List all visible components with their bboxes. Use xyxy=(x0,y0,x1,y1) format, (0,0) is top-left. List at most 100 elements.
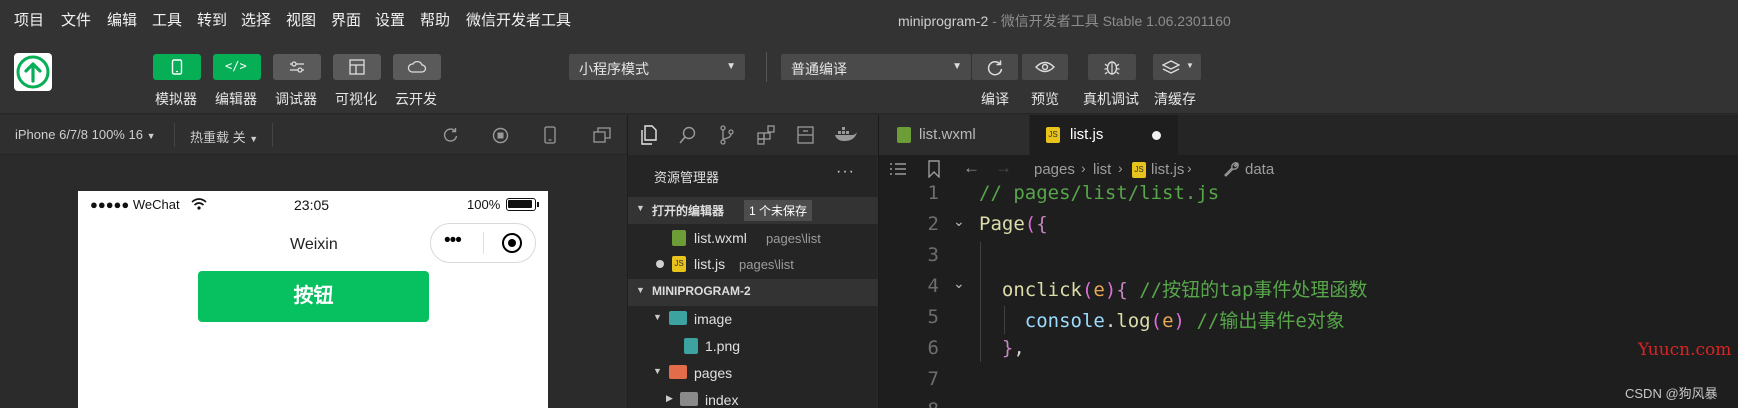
tree-item-label: index xyxy=(705,392,739,408)
code-line[interactable]: Page({ xyxy=(979,213,1048,235)
chevron-right-icon: › xyxy=(1187,160,1192,176)
tab-label: list.wxml xyxy=(919,126,976,143)
outline-list-icon[interactable] xyxy=(889,162,907,176)
tab-list-js[interactable]: JS list.js xyxy=(1030,115,1178,155)
rotate-icon[interactable] xyxy=(442,127,459,144)
code-line[interactable]: console.log(e) //输出事件e对象 xyxy=(979,306,1345,333)
breadcrumb-item[interactable]: list.js xyxy=(1151,161,1184,178)
status-battery-text: 100% xyxy=(467,197,501,212)
code-icon: </> xyxy=(225,59,247,73)
code-line[interactable]: // pages/list/list.js xyxy=(979,182,1219,204)
close-capsule-icon[interactable] xyxy=(502,233,522,253)
tap-button[interactable]: 按钮 xyxy=(198,271,429,322)
tree-folder-index[interactable]: ▶ index xyxy=(628,387,878,408)
clear-cache-button[interactable]: ▼ xyxy=(1153,54,1201,80)
yuucn-watermark: Yuucn.com xyxy=(1638,340,1732,360)
remote-debug-button[interactable] xyxy=(1088,54,1136,80)
tree-folder-image[interactable]: ▼ image xyxy=(628,306,878,333)
wxml-file-icon xyxy=(672,230,686,246)
fold-chevron-icon[interactable]: ⌄ xyxy=(953,275,965,292)
breadcrumb: ← → pages › list › JS list.js › data xyxy=(879,155,1738,183)
hot-reload-toggle[interactable]: 热重载 关 ▼ xyxy=(190,127,258,146)
visual-toggle-button[interactable] xyxy=(333,54,381,80)
back-arrow-icon[interactable]: ← xyxy=(963,158,980,178)
more-dots-icon[interactable]: ••• xyxy=(444,230,462,252)
breadcrumb-item[interactable]: data xyxy=(1245,161,1274,178)
image-file-icon xyxy=(684,338,698,354)
menu-view[interactable]: 视图 xyxy=(286,9,316,30)
explorer-title: 资源管理器 xyxy=(654,170,720,185)
extensions-icon[interactable] xyxy=(757,125,777,145)
code-line[interactable]: onclick(e){ //按钮的tap事件处理函数 xyxy=(979,275,1368,302)
menu-help[interactable]: 帮助 xyxy=(420,9,450,30)
line-number: 2 xyxy=(927,213,939,235)
cloud-toggle-button[interactable] xyxy=(393,54,441,80)
menu-goto[interactable]: 转到 xyxy=(197,9,227,30)
simulator-toggle-button[interactable] xyxy=(153,54,201,80)
tree-folder-pages[interactable]: ▼ pages xyxy=(628,360,878,387)
cloud-label: 云开发 xyxy=(395,91,437,107)
menu-wechat-devtools[interactable]: 微信开发者工具 xyxy=(466,9,571,30)
project-section[interactable]: ▼ MINIPROGRAM-2 xyxy=(628,279,878,306)
more-actions-icon[interactable]: ··· xyxy=(836,163,855,181)
editor-toggle-button[interactable]: </> xyxy=(213,54,261,80)
device-select-value: iPhone 6/7/8 100% 16 xyxy=(15,127,143,142)
menu-tools[interactable]: 工具 xyxy=(152,9,182,30)
bookmark-icon[interactable] xyxy=(927,160,941,178)
window-title-project: miniprogram-2 xyxy=(898,13,989,29)
menu-edit[interactable]: 编辑 xyxy=(107,9,137,30)
menu-interface[interactable]: 界面 xyxy=(331,9,361,30)
visual-label: 可视化 xyxy=(335,91,377,107)
source-control-icon[interactable] xyxy=(719,125,735,145)
battery-icon xyxy=(506,198,536,211)
open-file-list-wxml[interactable]: list.wxml pages\list xyxy=(628,225,878,252)
menu-project[interactable]: 项目 xyxy=(14,9,44,30)
layout-icon xyxy=(349,59,365,75)
mode-select-value: 小程序模式 xyxy=(579,61,649,77)
forward-arrow-icon[interactable]: → xyxy=(995,158,1012,178)
js-file-icon: JS xyxy=(672,256,686,272)
files-icon[interactable] xyxy=(640,125,658,145)
capsule-menu[interactable]: ••• xyxy=(430,223,536,263)
phone-icon[interactable] xyxy=(544,126,556,144)
debugger-toggle-button[interactable] xyxy=(273,54,321,80)
chevron-down-icon: ▼ xyxy=(249,134,259,144)
device-select[interactable]: iPhone 6/7/8 100% 16 ▼ xyxy=(15,127,155,142)
menu-select[interactable]: 选择 xyxy=(241,9,271,30)
tab-list-wxml[interactable]: list.wxml xyxy=(879,115,1029,155)
search-icon[interactable] xyxy=(679,126,697,144)
unsaved-dot-icon xyxy=(656,260,664,268)
project-name: MINIPROGRAM-2 xyxy=(652,284,751,298)
wrench-icon xyxy=(1224,162,1239,177)
line-number: 3 xyxy=(927,244,939,266)
menu-settings[interactable]: 设置 xyxy=(375,9,405,30)
compile-select[interactable]: 普通编译 ▼ xyxy=(781,54,971,80)
breadcrumb-item[interactable]: pages xyxy=(1034,161,1075,178)
breadcrumb-item[interactable]: list xyxy=(1093,161,1111,178)
tree-file-1png[interactable]: 1.png xyxy=(628,333,878,360)
window-title-app: - 微信开发者工具 Stable 1.06.2301160 xyxy=(988,13,1231,29)
detach-window-icon[interactable] xyxy=(593,127,611,143)
preview-button[interactable] xyxy=(1022,54,1068,80)
open-file-list-js[interactable]: JS list.js pages\list xyxy=(628,251,878,278)
app-logo-icon xyxy=(14,53,52,91)
clear-cache-label: 清缓存 xyxy=(1154,91,1196,107)
stop-icon[interactable] xyxy=(492,127,509,144)
unsaved-dot-icon[interactable] xyxy=(1152,131,1161,140)
compile-button[interactable] xyxy=(972,54,1018,80)
storage-icon[interactable] xyxy=(797,125,815,145)
chevron-right-icon: › xyxy=(1118,160,1123,176)
line-number: 6 xyxy=(927,337,939,359)
nav-title: Weixin xyxy=(290,236,338,253)
window-title: miniprogram-2 - 微信开发者工具 Stable 1.06.2301… xyxy=(898,11,1231,31)
wxml-file-icon xyxy=(897,127,911,143)
tree-item-label: image xyxy=(694,311,733,327)
code-line[interactable]: }, xyxy=(979,337,1025,359)
open-editors-section[interactable]: ▼ 打开的编辑器 1 个未保存 xyxy=(628,197,878,224)
menu-file[interactable]: 文件 xyxy=(61,9,91,30)
mode-select[interactable]: 小程序模式 ▼ xyxy=(569,54,745,80)
fold-chevron-icon[interactable]: ⌄ xyxy=(953,213,965,230)
line-number: 1 xyxy=(927,182,939,204)
docker-icon[interactable] xyxy=(834,125,858,143)
status-carrier: ●●●●● WeChat xyxy=(90,197,180,212)
